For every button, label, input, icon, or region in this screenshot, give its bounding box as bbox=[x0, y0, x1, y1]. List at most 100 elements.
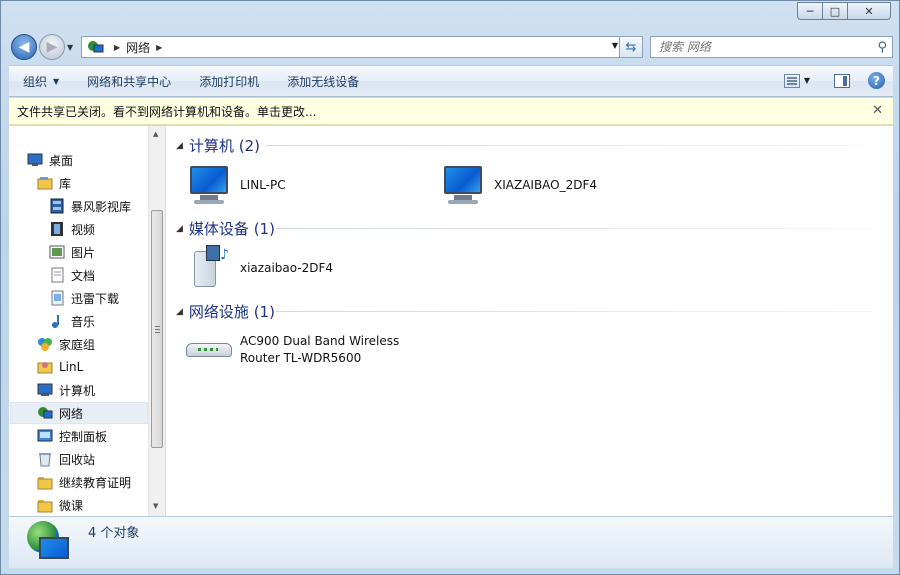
user-folder-icon bbox=[37, 359, 53, 375]
organize-button[interactable]: 组织 ▼ bbox=[9, 73, 73, 90]
breadcrumb-arrow-icon[interactable]: ▶ bbox=[156, 43, 162, 52]
group-header-infrastructure[interactable]: ◢ 网络设施 (1) bbox=[176, 301, 876, 322]
breadcrumb-arrow-icon[interactable]: ▶ bbox=[114, 43, 120, 52]
search-box[interactable]: ⚲ bbox=[650, 36, 893, 58]
computer-item-linl-pc[interactable]: LINL-PC bbox=[186, 164, 286, 206]
computer-icon bbox=[186, 164, 232, 206]
status-bar: 4 个对象 bbox=[9, 516, 893, 568]
info-bar-text[interactable]: 文件共享已关闭。看不到网络计算机和设备。单击更改... bbox=[17, 103, 316, 120]
control-panel-icon bbox=[37, 428, 53, 444]
sidebar-item-label: 桌面 bbox=[49, 153, 74, 168]
chevron-down-icon: ▼ bbox=[53, 76, 60, 86]
collapse-icon[interactable]: ◢ bbox=[176, 141, 183, 151]
sidebar-item-label: 家庭组 bbox=[59, 337, 96, 352]
network-icon bbox=[37, 405, 53, 421]
router-name-line-1: AC900 Dual Band Wireless bbox=[240, 334, 400, 348]
group-divider bbox=[276, 311, 872, 312]
breadcrumb-location[interactable]: 网络 bbox=[126, 39, 150, 56]
document-icon bbox=[49, 267, 65, 283]
forward-arrow-icon: ▶ bbox=[46, 39, 58, 55]
item-label: xiazaibao-2DF4 bbox=[240, 260, 334, 275]
forward-button[interactable]: ▶ bbox=[39, 34, 65, 60]
view-options-icon[interactable] bbox=[783, 73, 800, 88]
scroll-up-icon[interactable]: ▲ bbox=[153, 130, 158, 138]
media-item-xiazaibao[interactable]: ♪ xiazaibao-2DF4 bbox=[186, 245, 333, 291]
address-bar[interactable]: ▶ 网络 ▶ ▼ bbox=[81, 36, 623, 58]
maximize-button[interactable]: □ bbox=[822, 2, 848, 20]
sidebar-item-folder-2[interactable]: 微课 bbox=[37, 494, 83, 516]
back-button[interactable]: ◀ bbox=[11, 34, 37, 60]
sidebar-item-folder-1[interactable]: 继续教育证明 bbox=[37, 471, 131, 493]
navigation-pane: 桌面 库 暴风影视库 视频 图片 文档 迅雷下载 音乐 家庭组 LinL 计算机… bbox=[9, 126, 166, 516]
sidebar-item-video-library[interactable]: 暴风影视库 bbox=[49, 195, 131, 217]
organize-label: 组织 bbox=[23, 74, 48, 89]
sidebar-item-control-panel[interactable]: 控制面板 bbox=[37, 425, 107, 447]
sidebar-item-linl[interactable]: LinL bbox=[37, 356, 83, 378]
network-icon bbox=[88, 40, 104, 54]
sidebar-item-desktop[interactable]: 桌面 bbox=[27, 149, 73, 171]
scroll-thumb[interactable] bbox=[151, 210, 163, 448]
sidebar-item-music[interactable]: 音乐 bbox=[49, 310, 95, 332]
search-input[interactable] bbox=[659, 40, 869, 54]
sidebar-item-label: 暴风影视库 bbox=[71, 199, 132, 214]
network-center-label: 网络和共享中心 bbox=[87, 74, 172, 89]
sidebar-item-recycle-bin[interactable]: 回收站 bbox=[37, 448, 95, 470]
computer-item-xiazaibao[interactable]: XIAZAIBAO_2DF4 bbox=[440, 164, 597, 206]
sidebar-item-label: 继续教育证明 bbox=[59, 475, 132, 490]
item-label: XIAZAIBAO_2DF4 bbox=[494, 177, 598, 192]
add-wireless-label: 添加无线设备 bbox=[287, 74, 360, 89]
close-button[interactable]: ✕ bbox=[847, 2, 891, 20]
add-printer-button[interactable]: 添加打印机 bbox=[185, 73, 273, 90]
sidebar-item-network[interactable]: 网络 bbox=[10, 402, 148, 424]
music-icon bbox=[49, 313, 65, 329]
sidebar-item-label: 迅雷下载 bbox=[71, 291, 120, 306]
view-controls: ▼ ? bbox=[783, 72, 885, 89]
scroll-down-icon[interactable]: ▼ bbox=[153, 502, 158, 510]
chevron-down-icon[interactable]: ▼ bbox=[804, 76, 810, 85]
recycle-bin-icon bbox=[37, 451, 53, 467]
nav-scrollbar[interactable]: ▲ ▼ bbox=[148, 126, 165, 516]
sidebar-item-label: 音乐 bbox=[71, 314, 96, 329]
minimize-button[interactable]: ─ bbox=[797, 2, 823, 20]
video-library-icon bbox=[49, 198, 65, 214]
search-icon[interactable]: ⚲ bbox=[877, 40, 887, 55]
group-title: 计算机 (2) bbox=[188, 137, 260, 155]
sidebar-item-video[interactable]: 视频 bbox=[49, 218, 95, 240]
close-icon[interactable]: ✕ bbox=[872, 103, 883, 118]
sidebar-item-label: 计算机 bbox=[59, 383, 96, 398]
sidebar-item-label: 库 bbox=[59, 176, 72, 191]
help-icon[interactable]: ? bbox=[868, 72, 885, 89]
sidebar-item-homegroup[interactable]: 家庭组 bbox=[37, 333, 95, 355]
sidebar-item-label: 视频 bbox=[71, 222, 96, 237]
collapse-icon[interactable]: ◢ bbox=[176, 307, 183, 317]
back-arrow-icon: ◀ bbox=[18, 39, 30, 55]
video-icon bbox=[49, 221, 65, 237]
computer-icon bbox=[440, 164, 486, 206]
sidebar-item-library[interactable]: 库 bbox=[37, 172, 71, 194]
sidebar-item-documents[interactable]: 文档 bbox=[49, 264, 95, 286]
group-header-computers[interactable]: ◢ 计算机 (2) bbox=[176, 135, 876, 156]
add-wireless-button[interactable]: 添加无线设备 bbox=[273, 73, 373, 90]
content-pane: ◢ 计算机 (2) LINL-PC XIAZAIBAO_2DF4 ◢ 媒体设备 … bbox=[166, 126, 893, 516]
address-dropdown-icon[interactable]: ▼ bbox=[612, 41, 618, 50]
refresh-button[interactable]: ⇆ bbox=[619, 36, 643, 58]
folder-icon bbox=[37, 474, 53, 490]
network-center-button[interactable]: 网络和共享中心 bbox=[73, 73, 185, 90]
history-dropdown-icon[interactable]: ▼ bbox=[67, 43, 73, 52]
sidebar-item-pictures[interactable]: 图片 bbox=[49, 241, 95, 263]
library-icon bbox=[37, 175, 53, 191]
sidebar-item-label: 网络 bbox=[59, 406, 84, 421]
add-printer-label: 添加打印机 bbox=[199, 74, 260, 89]
group-header-media[interactable]: ◢ 媒体设备 (1) bbox=[176, 218, 876, 239]
router-item[interactable]: AC900 Dual Band Wireless Router TL-WDR56… bbox=[186, 333, 399, 367]
sidebar-item-computer[interactable]: 计算机 bbox=[37, 379, 95, 401]
sidebar-item-label: LinL bbox=[59, 360, 84, 374]
item-label: AC900 Dual Band Wireless Router TL-WDR56… bbox=[240, 333, 399, 367]
sidebar-item-downloads[interactable]: 迅雷下载 bbox=[49, 287, 119, 309]
router-name-line-2: Router TL-WDR5600 bbox=[240, 351, 362, 365]
preview-pane-icon[interactable] bbox=[834, 73, 850, 88]
info-bar[interactable]: 文件共享已关闭。看不到网络计算机和设备。单击更改... ✕ bbox=[9, 98, 893, 125]
sidebar-item-label: 回收站 bbox=[59, 452, 96, 467]
collapse-icon[interactable]: ◢ bbox=[176, 224, 183, 234]
picture-icon bbox=[49, 244, 65, 260]
